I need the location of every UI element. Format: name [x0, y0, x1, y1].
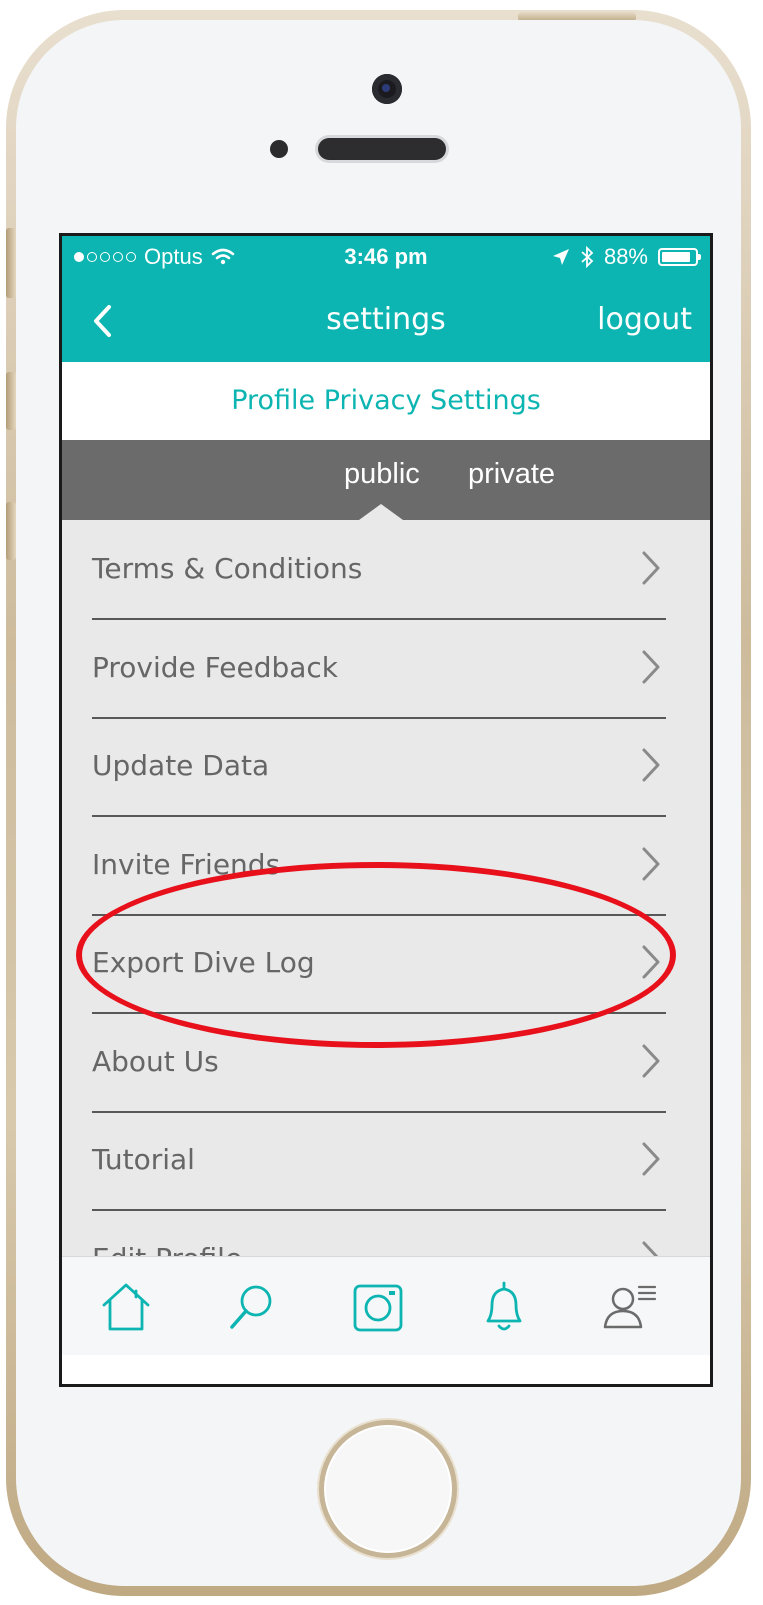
settings-item-label: Tutorial — [92, 1143, 195, 1176]
chevron-right-icon — [642, 551, 660, 585]
profile-privacy-settings-link[interactable]: Profile Privacy Settings — [62, 362, 710, 440]
mute-switch — [6, 228, 16, 298]
home-button[interactable] — [319, 1420, 457, 1558]
volume-up-button — [6, 372, 16, 430]
settings-item-update-data[interactable]: Update Data — [92, 717, 666, 817]
private-option[interactable]: private — [468, 458, 555, 491]
chevron-right-icon — [642, 945, 660, 979]
settings-item-terms[interactable]: Terms & Conditions — [92, 520, 666, 620]
settings-item-feedback[interactable]: Provide Feedback — [92, 619, 666, 719]
settings-item-edit-profile[interactable]: Edit Profile — [92, 1210, 666, 1258]
selected-tab-caret — [359, 504, 403, 520]
chevron-right-icon — [642, 847, 660, 881]
settings-list: Terms & Conditions Provide Feedback Upda… — [62, 520, 710, 1258]
tab-bar — [62, 1256, 710, 1355]
earpiece-speaker — [318, 138, 446, 160]
settings-item-tutorial[interactable]: Tutorial — [92, 1111, 666, 1211]
chevron-right-icon — [642, 650, 660, 684]
home-icon — [102, 1283, 150, 1331]
location-arrow-icon — [552, 249, 569, 265]
tab-camera[interactable] — [348, 1277, 408, 1337]
settings-item-invite-friends[interactable]: Invite Friends — [92, 816, 666, 916]
settings-item-label: Provide Feedback — [92, 651, 339, 684]
settings-item-label: Terms & Conditions — [92, 552, 363, 585]
status-right: 88% — [552, 244, 701, 270]
chevron-right-icon — [642, 1044, 660, 1078]
camera-icon — [353, 1284, 403, 1332]
tab-notifications[interactable] — [474, 1277, 534, 1337]
battery-percent: 88% — [603, 244, 648, 269]
public-option[interactable]: public — [344, 458, 420, 491]
navigation-bar: settings logout — [62, 280, 710, 362]
settings-item-label: Invite Friends — [92, 848, 281, 881]
settings-item-about-us[interactable]: About Us — [92, 1013, 666, 1113]
settings-item-label: About Us — [92, 1045, 219, 1078]
settings-item-label: Export Dive Log — [92, 946, 315, 979]
bell-icon — [486, 1281, 522, 1331]
bluetooth-icon — [581, 246, 594, 268]
chevron-right-icon — [642, 1142, 660, 1176]
front-camera — [372, 74, 402, 104]
proximity-sensor — [270, 140, 288, 158]
settings-item-label: Update Data — [92, 749, 270, 782]
chevron-right-icon — [642, 748, 660, 782]
tab-home[interactable] — [96, 1277, 156, 1337]
battery-icon — [658, 248, 701, 266]
tab-search[interactable] — [222, 1277, 282, 1337]
profile-menu-icon — [603, 1285, 657, 1329]
settings-item-export-dive-log[interactable]: Export Dive Log — [92, 914, 666, 1014]
app-screen: Optus 3:46 pm 88% settings logout Profil… — [59, 233, 713, 1387]
search-icon — [230, 1285, 272, 1329]
status-bar: Optus 3:46 pm 88% — [62, 236, 710, 280]
logout-button[interactable]: logout — [597, 302, 692, 337]
tab-profile[interactable] — [600, 1277, 660, 1337]
volume-down-button — [6, 502, 16, 560]
